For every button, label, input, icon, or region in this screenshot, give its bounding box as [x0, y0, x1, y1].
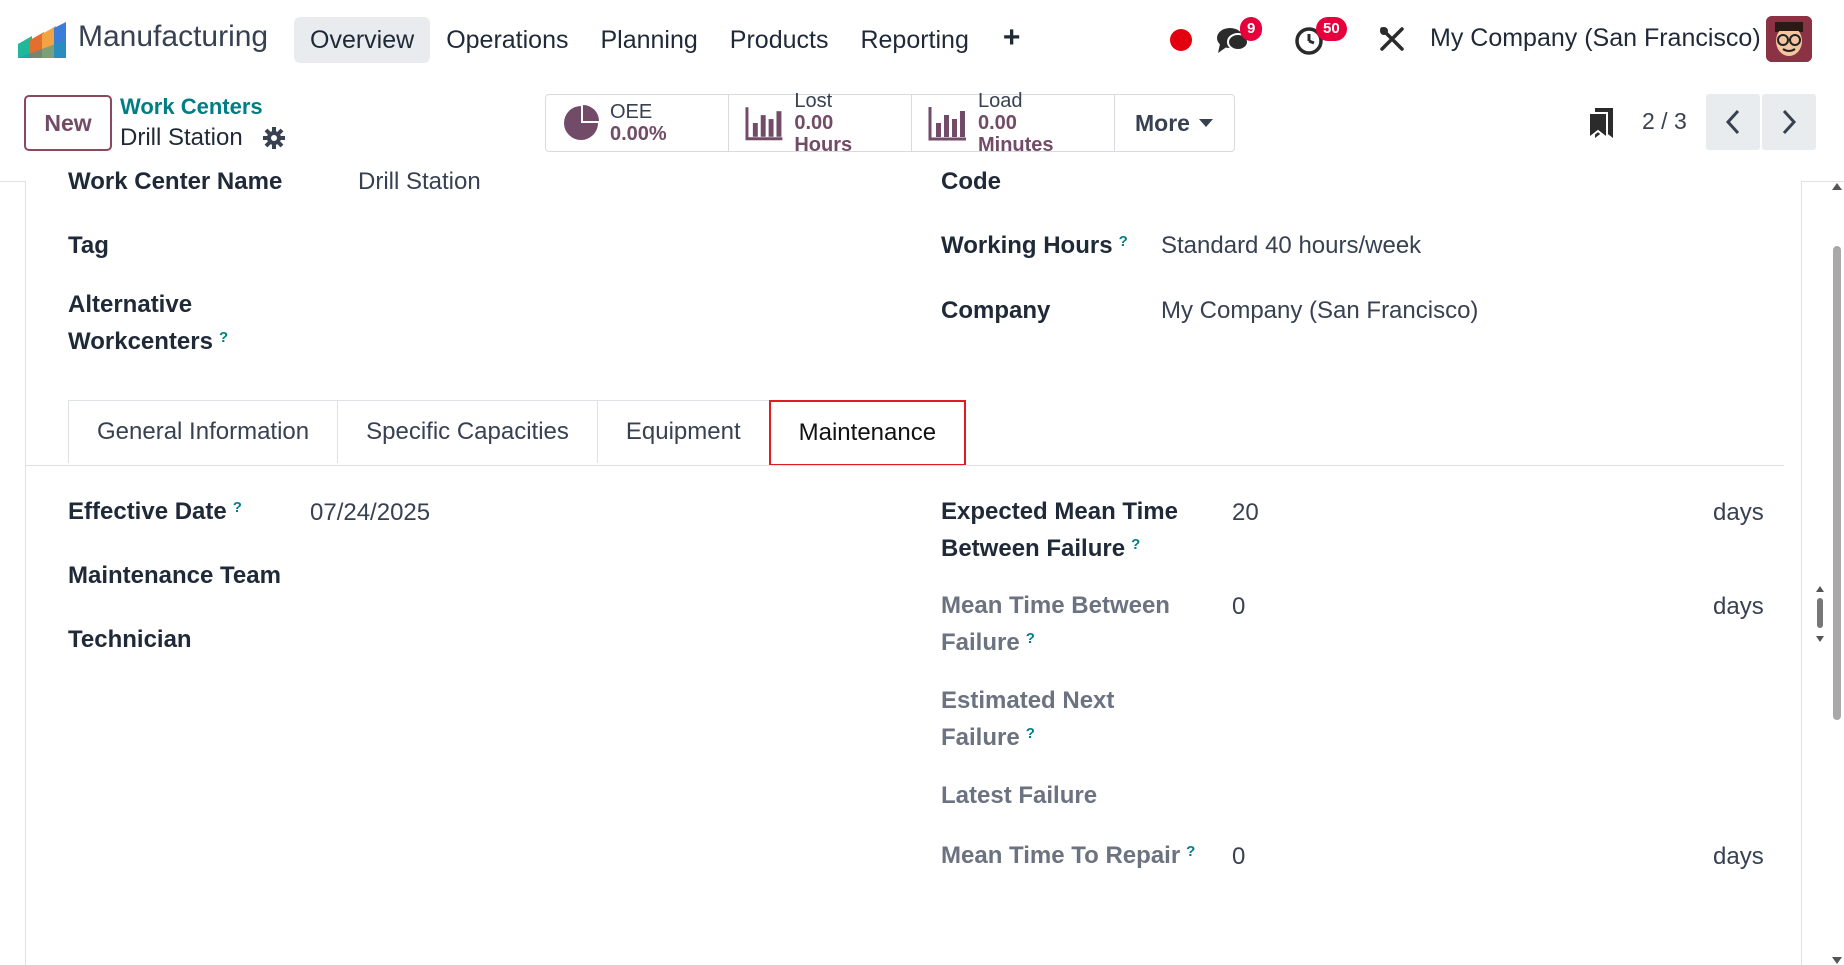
more-button[interactable]: More	[1115, 95, 1234, 151]
activities-badge: 50	[1316, 17, 1347, 41]
bar-chart-icon	[745, 107, 783, 141]
manufacturing-app-icon[interactable]	[18, 22, 66, 58]
technician-label: Technician	[68, 626, 192, 653]
help-icon[interactable]: ?	[219, 329, 228, 346]
avatar-face-icon	[1766, 16, 1812, 62]
new-button[interactable]: New	[24, 95, 112, 151]
mttr-unit: days	[1713, 843, 1764, 870]
menu-reporting[interactable]: Reporting	[844, 17, 984, 63]
breadcrumb-work-centers[interactable]: Work Centers	[120, 94, 263, 120]
help-icon[interactable]: ?	[1119, 233, 1128, 250]
effective-date-value[interactable]: 07/24/2025	[310, 494, 430, 531]
help-icon[interactable]: ?	[1186, 843, 1195, 860]
menu-planning[interactable]: Planning	[584, 17, 713, 63]
pie-chart-icon	[564, 105, 599, 140]
tag-label: Tag	[68, 232, 109, 259]
tools-icon[interactable]	[1378, 25, 1406, 53]
mtbf-value: 0	[1232, 593, 1246, 620]
load-label: Load	[977, 90, 1023, 112]
chevron-right-icon	[1782, 109, 1797, 135]
load-stat-button[interactable]: Load 0.00 Minutes	[912, 90, 1115, 156]
pager-value[interactable]: 2 / 3	[1642, 108, 1687, 135]
working-hours-text: Working Hours	[941, 232, 1113, 259]
tabs-scroll-indicator[interactable]	[1816, 586, 1824, 642]
mtbf-label: Mean Time Between Failure?	[941, 587, 1170, 661]
gear-icon[interactable]	[262, 126, 286, 150]
estimated-next-failure-label: Estimated Next Failure?	[941, 682, 1114, 756]
recording-status-icon[interactable]	[1170, 29, 1192, 51]
form-sheet: Work Center Name Drill Station Code Tag …	[25, 168, 1824, 965]
tab-maintenance[interactable]: Maintenance	[768, 400, 967, 466]
page-scrollbar-thumb[interactable]	[1833, 246, 1841, 720]
main-menu: Overview Operations Planning Products Re…	[294, 17, 1038, 63]
mtbf-unit: days	[1713, 593, 1764, 620]
add-menu-icon[interactable]: +	[985, 17, 1039, 55]
latest-failure-label: Latest Failure	[941, 782, 1098, 809]
help-icon[interactable]: ?	[1131, 536, 1140, 553]
estimated-next-line1: Estimated Next	[941, 687, 1115, 714]
user-avatar[interactable]	[1766, 16, 1812, 62]
top-navbar: Manufacturing Overview Operations Planni…	[0, 0, 1844, 80]
messages-badge: 9	[1240, 17, 1263, 41]
app-name[interactable]: Manufacturing	[78, 20, 268, 54]
lost-value: 0.00 Hours	[794, 112, 853, 156]
mtbf-line2: Failure	[941, 629, 1020, 656]
tab-equipment[interactable]: Equipment	[596, 400, 770, 463]
mttr-label: Mean Time To Repair?	[941, 837, 1195, 874]
effective-date-text: Effective Date	[68, 498, 227, 525]
oee-stat-button[interactable]: OEE 0.00%	[546, 95, 729, 151]
oee-label: OEE	[610, 101, 653, 123]
alternative-label-line2: Workcenters	[68, 328, 213, 355]
menu-overview[interactable]: Overview	[294, 17, 431, 63]
company-value[interactable]: My Company (San Francisco)	[1161, 292, 1478, 329]
menu-operations[interactable]: Operations	[430, 17, 584, 63]
oee-value: 0.00%	[610, 123, 667, 145]
help-icon[interactable]: ?	[1026, 630, 1035, 647]
smart-buttons: OEE 0.00% Lost 0.00 Hours Load 0.00 Minu…	[545, 90, 1235, 156]
tab-divider	[26, 465, 1784, 466]
pager-previous-button[interactable]	[1706, 94, 1760, 150]
alternative-workcenters-label: Alternative Workcenters?	[68, 286, 228, 360]
working-hours-label: Working Hours?	[941, 227, 1128, 264]
notebook-tabs: General Information Specific Capacities …	[68, 400, 967, 466]
load-value: 0.00 Minutes	[977, 112, 1054, 156]
bar-chart-icon	[928, 107, 966, 141]
breadcrumb-current: Drill Station	[120, 124, 243, 151]
expected-mtbf-value[interactable]: 20	[1232, 494, 1259, 531]
lost-label: Lost	[794, 90, 833, 112]
mtbf-line1: Mean Time Between	[941, 592, 1170, 619]
chevron-left-icon	[1725, 109, 1740, 135]
lost-stat-button[interactable]: Lost 0.00 Hours	[729, 90, 912, 156]
work-center-name-label: Work Center Name	[68, 168, 283, 195]
work-center-name-value[interactable]: Drill Station	[358, 163, 481, 200]
bookmark-icon[interactable]	[1588, 107, 1614, 139]
caret-down-icon	[1198, 119, 1213, 127]
expected-mtbf-label: Expected Mean Time Between Failure?	[941, 493, 1178, 567]
code-label: Code	[941, 168, 1001, 195]
company-switcher[interactable]: My Company (San Francisco)	[1430, 24, 1761, 53]
maintenance-team-label: Maintenance Team	[68, 562, 281, 589]
tab-general-information[interactable]: General Information	[68, 400, 339, 463]
help-icon[interactable]: ?	[233, 499, 242, 516]
company-label: Company	[941, 297, 1051, 324]
estimated-next-line2: Failure	[941, 724, 1020, 751]
expected-mtbf-unit: days	[1713, 499, 1764, 526]
menu-products[interactable]: Products	[714, 17, 845, 63]
mttr-text: Mean Time To Repair	[941, 842, 1181, 869]
alternative-label-line1: Alternative	[68, 291, 193, 318]
tab-specific-capacities[interactable]: Specific Capacities	[337, 400, 598, 463]
more-label: More	[1135, 109, 1190, 136]
pager-next-button[interactable]	[1762, 94, 1816, 150]
mttr-value: 0	[1232, 843, 1246, 870]
effective-date-label: Effective Date?	[68, 493, 242, 530]
expected-mtbf-line1: Expected Mean Time	[941, 498, 1178, 525]
expected-mtbf-line2: Between Failure	[941, 535, 1126, 562]
working-hours-value[interactable]: Standard 40 hours/week	[1161, 227, 1421, 264]
help-icon[interactable]: ?	[1026, 725, 1035, 742]
